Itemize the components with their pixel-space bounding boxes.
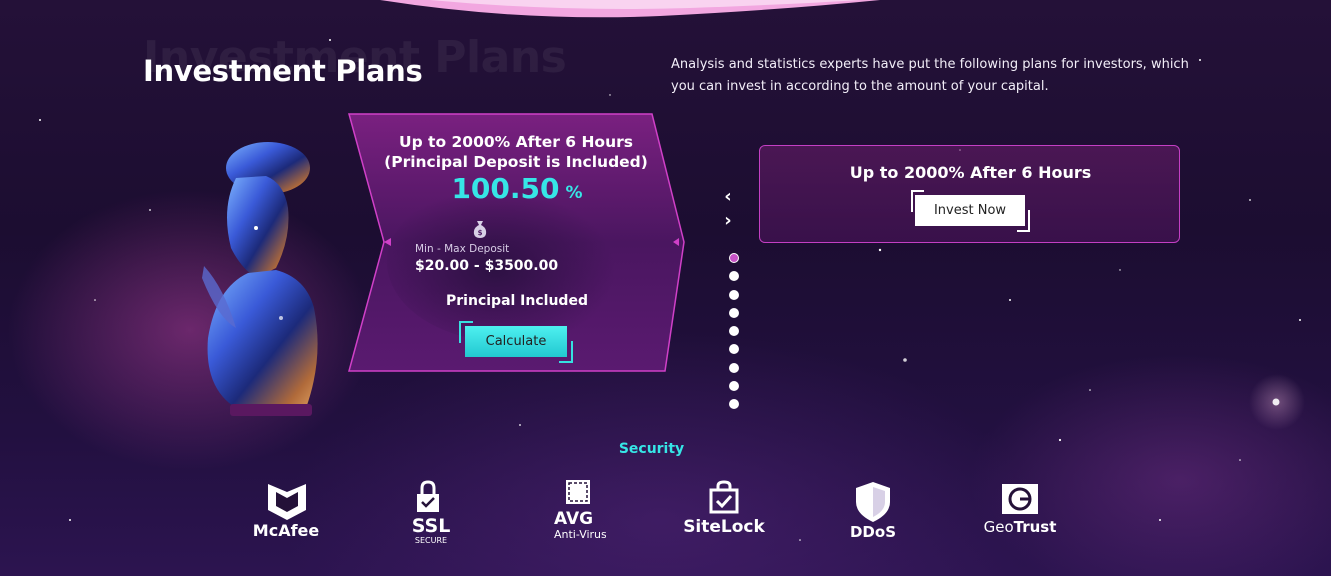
sitelock-logo: SiteLock bbox=[684, 480, 768, 550]
ssl-logo-text: SSL bbox=[412, 515, 451, 537]
carousel-dot[interactable] bbox=[729, 362, 739, 373]
invest-now-button[interactable]: Invest Now bbox=[915, 195, 1025, 226]
carousel-dot[interactable] bbox=[729, 326, 739, 337]
geotrust-logo-suffix: Trust bbox=[1014, 518, 1057, 536]
plan-rate-value: 100.50 bbox=[451, 172, 560, 205]
ddos-protection-logo: DDoS bbox=[848, 480, 898, 550]
mcafee-logo-text: McAfee bbox=[254, 521, 319, 540]
invest-button-frame: Invest Now bbox=[911, 190, 1030, 232]
calculate-button-frame: Calculate bbox=[459, 321, 573, 363]
security-heading: Security bbox=[618, 441, 685, 457]
mcafee-logo: McAfee bbox=[254, 480, 320, 550]
plan-card: Up to 2000% After 6 Hours (Principal Dep… bbox=[347, 112, 687, 374]
plan-card-title: Up to 2000% After 6 Hours (Principal Dep… bbox=[384, 133, 648, 171]
money-bag-icon: $ bbox=[473, 221, 487, 238]
avg-logo-text: AVG bbox=[554, 509, 593, 529]
carousel-dot[interactable] bbox=[729, 307, 739, 318]
statue-illustration bbox=[202, 142, 318, 416]
deposit-range: $20.00 - $3500.00 bbox=[415, 258, 559, 274]
chevron-left-icon: ‹ bbox=[724, 186, 732, 207]
deposit-label: Min - Max Deposit bbox=[415, 243, 510, 255]
avg-logo-subtext: Anti-Virus bbox=[554, 528, 606, 541]
geotrust-logo-prefix: Geo bbox=[984, 518, 1014, 536]
section-description: Analysis and statistics experts have put… bbox=[671, 57, 1189, 94]
carousel-pagination bbox=[729, 253, 741, 418]
plan-summary-title: Up to 2000% After 6 Hours bbox=[849, 163, 1092, 182]
top-wave-decoration bbox=[380, 0, 880, 18]
ssl-secure-logo: SSL SECURE bbox=[408, 480, 456, 550]
chevron-right-icon: › bbox=[724, 210, 732, 231]
svg-text:GeoTrust: GeoTrust bbox=[984, 518, 1057, 536]
calculate-button[interactable]: Calculate bbox=[465, 326, 567, 357]
carousel-dot[interactable] bbox=[729, 253, 739, 263]
carousel-dot[interactable] bbox=[729, 271, 739, 282]
carousel-dot[interactable] bbox=[729, 344, 739, 355]
principal-label: Principal Included bbox=[446, 293, 588, 309]
ssl-logo-subtext: SECURE bbox=[415, 536, 447, 545]
geotrust-logo: GeoTrust bbox=[980, 480, 1060, 550]
plan-summary-box: Up to 2000% After 6 Hours Invest Now bbox=[759, 145, 1180, 243]
carousel-dot[interactable] bbox=[729, 381, 739, 392]
ddos-logo-text: DDoS bbox=[850, 523, 896, 540]
section-title: Investment Plans bbox=[143, 54, 423, 88]
svg-text:$: $ bbox=[478, 229, 483, 237]
plan-rate: 100.50% bbox=[347, 172, 687, 205]
carousel-next-button[interactable]: › bbox=[720, 212, 736, 230]
avg-antivirus-logo: AVG Anti-Virus bbox=[552, 480, 606, 550]
plan-rate-unit: % bbox=[565, 183, 583, 203]
carousel-prev-button[interactable]: ‹ bbox=[720, 188, 736, 206]
carousel-dot[interactable] bbox=[729, 289, 739, 300]
sitelock-logo-text: SiteLock bbox=[684, 517, 766, 537]
carousel-dot[interactable] bbox=[729, 399, 739, 410]
